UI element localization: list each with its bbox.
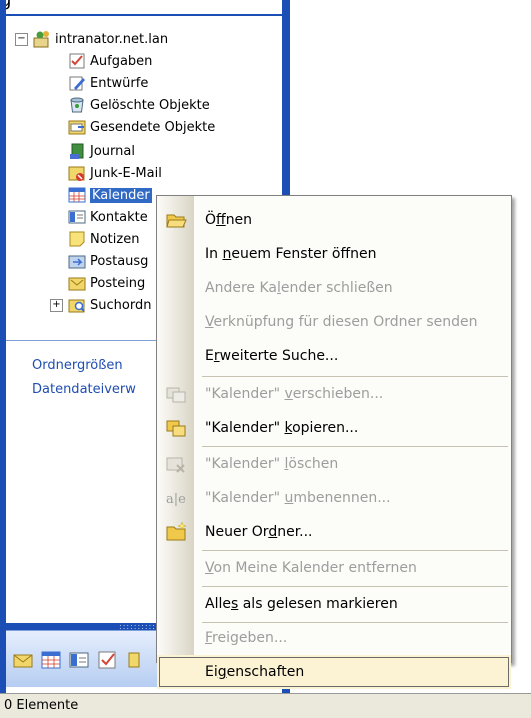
folder-aufgaben[interactable]: Aufgaben xyxy=(68,50,152,72)
menu-item-label: Verknüpfung für diesen Ordner senden xyxy=(205,314,478,330)
folder-postausgang[interactable]: Postausg xyxy=(68,250,148,272)
folder-entwuerfe[interactable]: Entwürfe xyxy=(68,72,148,94)
journal-icon xyxy=(68,142,86,160)
tasks-icon xyxy=(68,52,86,70)
folder-label: Postausg xyxy=(90,253,149,269)
rename-icon: a|e xyxy=(165,487,187,509)
folder-label: Kontakte xyxy=(90,209,148,225)
calendar-icon xyxy=(68,186,86,204)
status-bar: 0 Elemente xyxy=(0,693,531,718)
folder-label: Entwürfe xyxy=(90,75,149,91)
junk-mail-icon xyxy=(68,164,86,182)
menu-item-label: In neuem Fenster öffnen xyxy=(205,246,377,262)
menu-item-label: Eigenschaften xyxy=(205,664,305,680)
menu-item-label: "Kalender" verschieben... xyxy=(205,386,384,402)
menu-item-label: Andere Kalender schließen xyxy=(205,280,393,296)
menu-item-label: "Kalender" umbenennen... xyxy=(205,490,391,506)
folder-label: Suchordn xyxy=(90,297,152,313)
inbox-icon xyxy=(68,274,86,292)
svg-text:a|e: a|e xyxy=(166,492,186,507)
menu-item-label: Freigeben... xyxy=(205,630,288,646)
contacts-nav-icon[interactable] xyxy=(68,649,90,671)
folder-label: Kalender xyxy=(90,187,152,203)
deleted-items-icon xyxy=(68,96,86,114)
menu-item-umbenennen[interactable]: a|e "Kalender" umbenennen... xyxy=(157,481,511,515)
menu-item-neues-fenster[interactable]: In neuem Fenster öffnen xyxy=(157,237,511,271)
expand-icon[interactable]: + xyxy=(50,298,63,312)
notes-icon xyxy=(68,230,86,248)
menu-item-label: Von Meine Kalender entfernen xyxy=(205,560,417,576)
sent-items-icon xyxy=(68,118,86,136)
folder-gesendete-objekte[interactable]: Gesendete Objekte xyxy=(68,116,215,138)
folder-kalender[interactable]: Kalender xyxy=(68,184,152,206)
menu-item-label: "Kalender" löschen xyxy=(205,456,339,472)
mailbox-root-icon xyxy=(33,30,51,48)
folder-label: Junk-E-Mail xyxy=(90,165,162,181)
folder-junk-e-mail[interactable]: Junk-E-Mail xyxy=(68,162,162,184)
link-datendateiverwaltung[interactable]: Datendateiverw xyxy=(32,382,136,397)
folder-label: Journal xyxy=(90,143,135,159)
menu-item-erweiterte-suche[interactable]: Erweiterte Suche... xyxy=(157,339,511,373)
open-folder-icon xyxy=(165,209,187,231)
folder-notizen[interactable]: Notizen xyxy=(68,228,139,250)
copy-folder-icon xyxy=(165,417,187,439)
menu-item-verschieben[interactable]: "Kalender" verschieben... xyxy=(157,377,511,411)
link-ordnergroessen[interactable]: Ordnergrößen xyxy=(32,358,123,373)
folder-label: Notizen xyxy=(90,231,140,247)
menu-item-loeschen[interactable]: "Kalender" löschen xyxy=(157,447,511,481)
folder-journal[interactable]: Journal xyxy=(68,140,135,162)
folder-geloeschte-objekte[interactable]: Gelöschte Objekte xyxy=(68,94,210,116)
menu-item-neuer-ordner[interactable]: Neuer Ordner... xyxy=(157,515,511,549)
delete-folder-icon xyxy=(165,453,187,475)
mail-icon[interactable] xyxy=(12,649,34,671)
new-folder-icon xyxy=(165,521,187,543)
calendar-nav-icon[interactable] xyxy=(40,649,62,671)
menu-item-verknuepfung-senden[interactable]: Verknüpfung für diesen Ordner senden xyxy=(157,305,511,339)
tree-root[interactable]: − intranator.net.lan xyxy=(15,28,168,50)
menu-item-label: Neuer Ordner... xyxy=(205,524,313,540)
menu-item-andere-kalender-schliessen[interactable]: Andere Kalender schließen xyxy=(157,271,511,305)
contacts-icon xyxy=(68,208,86,226)
menu-item-kopieren[interactable]: "Kalender" kopieren... xyxy=(157,411,511,445)
drafts-icon xyxy=(68,74,86,92)
folder-kontakte[interactable]: Kontakte xyxy=(68,206,148,228)
more-nav-icon[interactable] xyxy=(124,649,140,671)
menu-item-label: Alles als gelesen markieren xyxy=(205,596,398,612)
tree-root-label: intranator.net.lan xyxy=(55,31,169,47)
folder-suchordner[interactable]: + Suchordn xyxy=(50,294,151,316)
menu-item-eigenschaften[interactable]: Eigenschaften xyxy=(157,655,511,689)
folder-label: Posteing xyxy=(90,275,146,291)
tasks-nav-icon[interactable] xyxy=(96,649,118,671)
folder-label: Aufgaben xyxy=(90,53,153,69)
menu-item-oeffnen[interactable]: Öffnen xyxy=(157,203,511,237)
menu-item-label: "Kalender" kopieren... xyxy=(205,420,359,436)
menu-item-freigeben[interactable]: Freigeben... xyxy=(157,621,511,655)
move-folder-icon xyxy=(165,383,187,405)
folder-label: Gelöschte Objekte xyxy=(90,97,210,113)
folder-posteingang[interactable]: Posteing xyxy=(68,272,145,294)
search-folder-icon xyxy=(68,296,86,314)
context-menu: Öffnen In neuem Fenster öffnen Andere Ka… xyxy=(156,195,512,689)
status-item-count: 0 Elemente xyxy=(4,698,79,713)
menu-item-alles-gelesen[interactable]: Alles als gelesen markieren xyxy=(157,587,511,621)
folder-label: Gesendete Objekte xyxy=(90,119,216,135)
outbox-icon xyxy=(68,252,86,270)
collapse-icon[interactable]: − xyxy=(15,32,28,46)
menu-item-von-meine-kalender-entfernen[interactable]: Von Meine Kalender entfernen xyxy=(157,551,511,585)
menu-item-label: Öffnen xyxy=(205,212,253,228)
menu-item-label: Erweiterte Suche... xyxy=(205,348,339,364)
